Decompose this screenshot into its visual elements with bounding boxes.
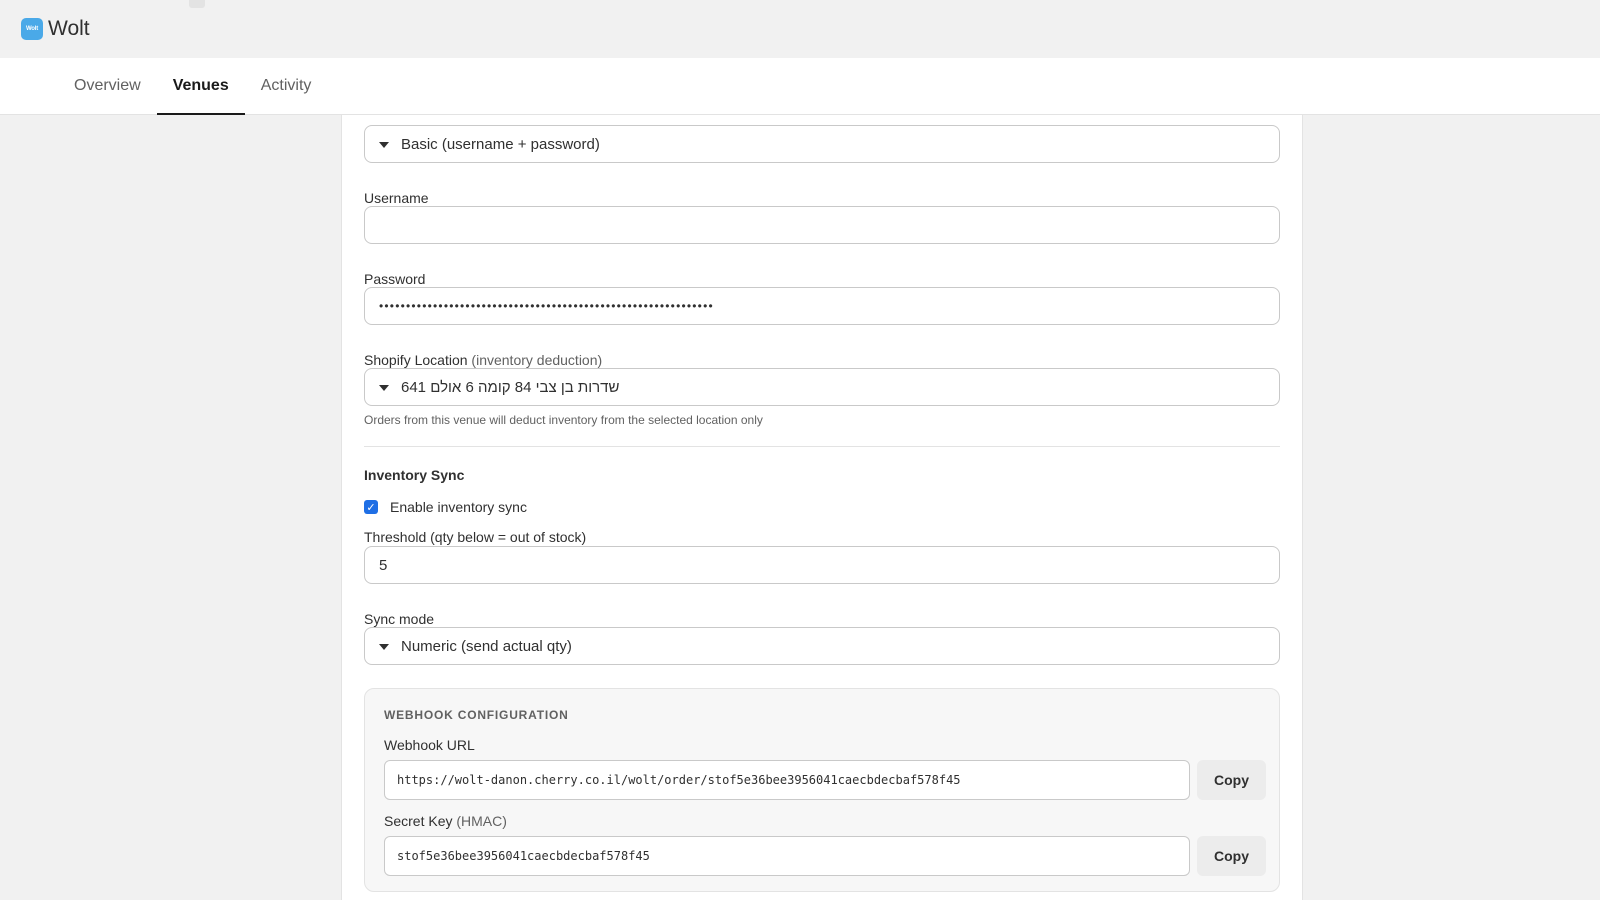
secret-key-value: stof5e36bee3956041caecbdecbaf578f45 bbox=[397, 849, 650, 863]
enable-inventory-sync-label: Enable inventory sync bbox=[390, 499, 527, 515]
secret-key-input[interactable]: stof5e36bee3956041caecbdecbaf578f45 bbox=[384, 836, 1190, 876]
username-input[interactable] bbox=[364, 206, 1280, 244]
webhook-url-label: Webhook URL bbox=[384, 737, 475, 753]
tab-bar: Overview Venues Activity bbox=[0, 58, 1600, 115]
threshold-value: 5 bbox=[379, 556, 388, 574]
secret-key-label: Secret Key (HMAC) bbox=[384, 813, 507, 829]
caret-down-icon bbox=[379, 141, 389, 148]
tab-overview[interactable]: Overview bbox=[58, 58, 157, 115]
location-select[interactable]: שדרות בן צבי 84 קומה 6 אולם 641 bbox=[364, 368, 1280, 406]
location-help-text: Orders from this venue will deduct inven… bbox=[364, 413, 763, 427]
threshold-input[interactable]: 5 bbox=[364, 546, 1280, 584]
caret-down-icon bbox=[379, 384, 389, 391]
location-label-note: (inventory deduction) bbox=[471, 352, 603, 368]
tab-venues[interactable]: Venues bbox=[156, 58, 245, 115]
webhook-configuration-title: WEBHOOK CONFIGURATION bbox=[384, 708, 569, 722]
venue-settings-card: Basic (username + password) Username Pas… bbox=[341, 115, 1303, 900]
auth-type-selected: Basic (username + password) bbox=[401, 135, 600, 153]
enable-inventory-sync-row[interactable]: ✓ Enable inventory sync bbox=[364, 499, 527, 515]
location-label-text: Shopify Location bbox=[364, 352, 468, 368]
copy-secret-key-button[interactable]: Copy bbox=[1197, 836, 1266, 876]
sync-mode-label: Sync mode bbox=[364, 611, 435, 627]
webhook-configuration-panel: WEBHOOK CONFIGURATION Webhook URL https:… bbox=[364, 688, 1280, 892]
sync-mode-select[interactable]: Numeric (send actual qty) bbox=[364, 627, 1280, 665]
secret-key-label-text: Secret Key bbox=[384, 813, 453, 829]
auth-type-select[interactable]: Basic (username + password) bbox=[364, 125, 1280, 163]
tab-activity[interactable]: Activity bbox=[245, 58, 328, 115]
copy-webhook-url-button[interactable]: Copy bbox=[1197, 760, 1266, 800]
wolt-logo-icon: Wolt bbox=[21, 18, 43, 40]
top-bar: Wolt Wolt bbox=[0, 0, 1600, 58]
username-label: Username bbox=[364, 190, 429, 206]
location-label: Shopify Location (inventory deduction) bbox=[364, 352, 602, 368]
scroll-indicator bbox=[189, 0, 205, 8]
webhook-url-input[interactable]: https://wolt-danon.cherry.co.il/wolt/ord… bbox=[384, 760, 1190, 800]
password-label: Password bbox=[364, 271, 426, 287]
location-selected: שדרות בן צבי 84 קומה 6 אולם 641 bbox=[401, 378, 620, 396]
caret-down-icon bbox=[379, 643, 389, 650]
password-value: ••••••••••••••••••••••••••••••••••••••••… bbox=[379, 299, 714, 313]
password-input[interactable]: ••••••••••••••••••••••••••••••••••••••••… bbox=[364, 287, 1280, 325]
inventory-sync-title: Inventory Sync bbox=[364, 467, 465, 483]
enable-inventory-sync-checkbox[interactable]: ✓ bbox=[364, 500, 378, 514]
section-divider bbox=[364, 446, 1280, 447]
threshold-label: Threshold (qty below = out of stock) bbox=[364, 529, 587, 545]
app-title: Wolt bbox=[48, 17, 90, 40]
sync-mode-selected: Numeric (send actual qty) bbox=[401, 637, 572, 655]
secret-key-label-note: (HMAC) bbox=[456, 813, 507, 829]
webhook-url-value: https://wolt-danon.cherry.co.il/wolt/ord… bbox=[397, 773, 961, 787]
